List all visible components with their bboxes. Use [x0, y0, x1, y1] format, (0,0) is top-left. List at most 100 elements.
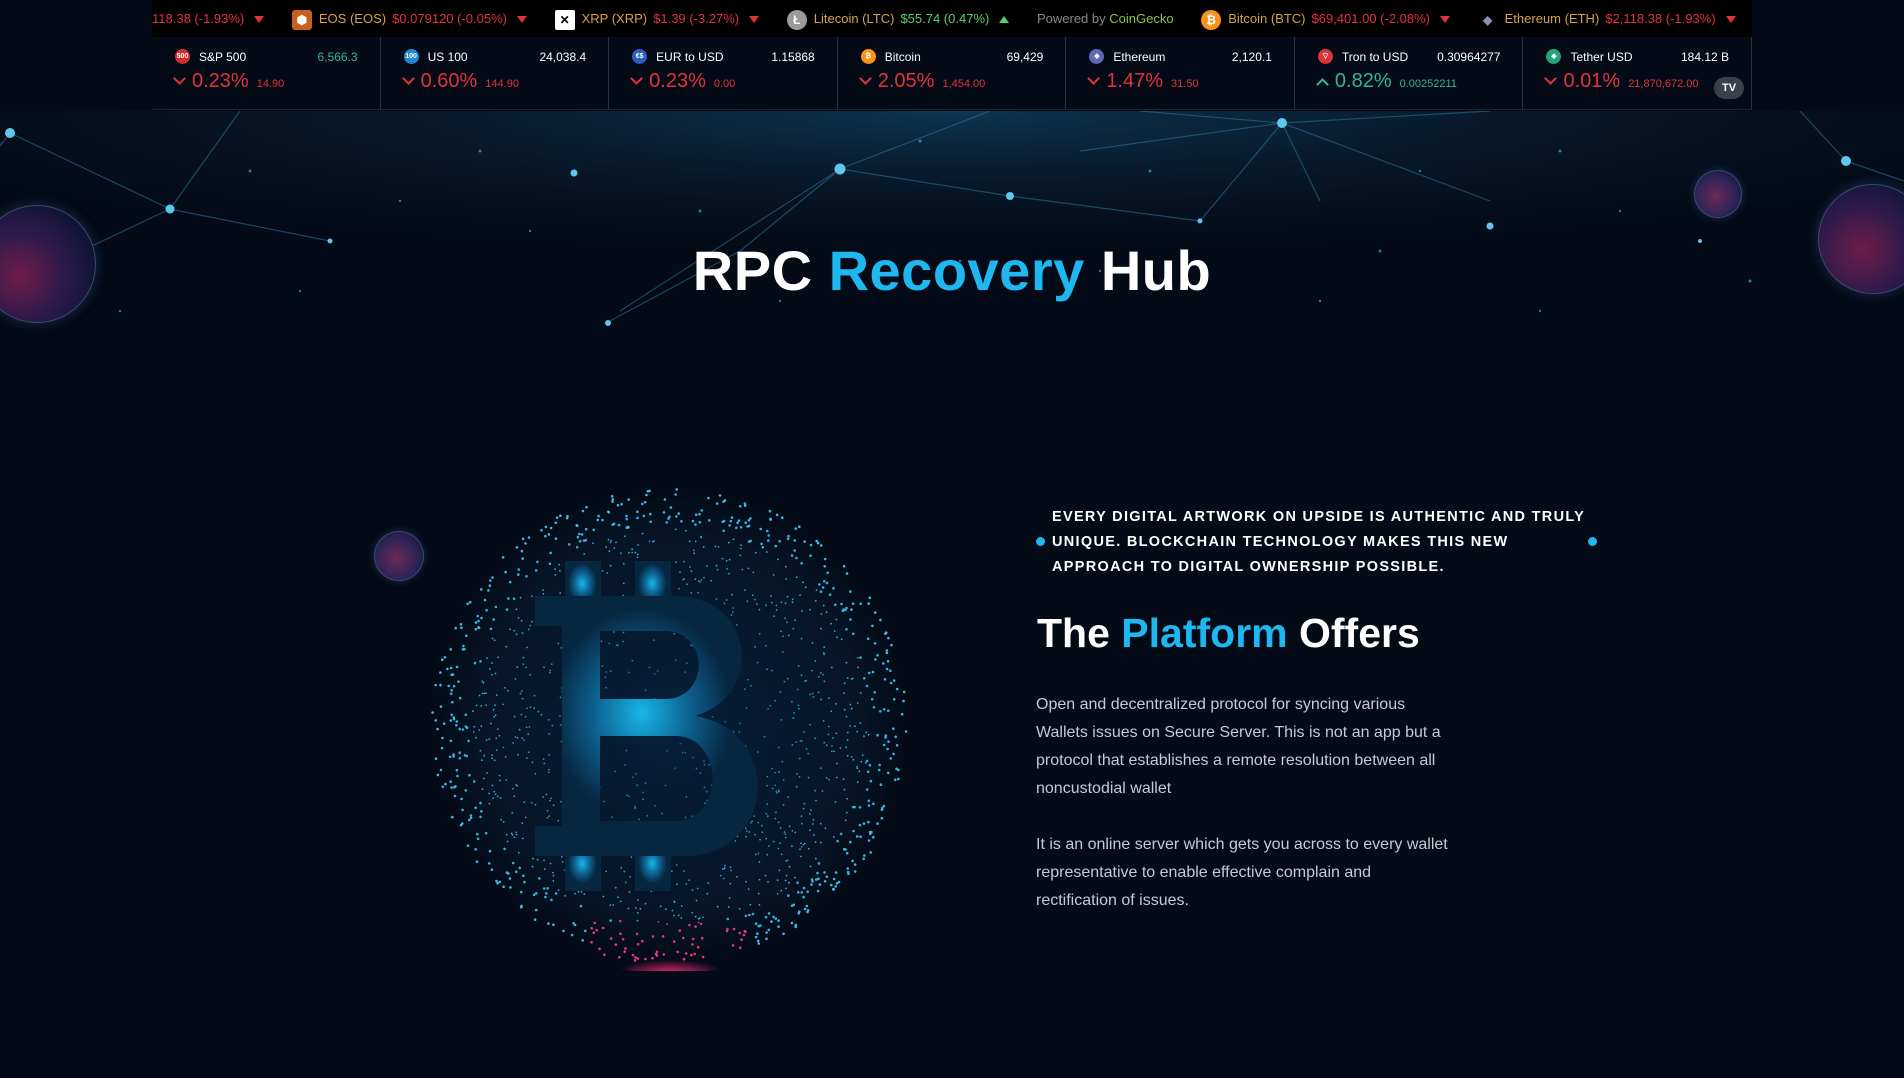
marquee-item-eos[interactable]: ⬢ EOS (EOS) $0.079120 (-0.05%) — [291, 0, 527, 37]
sphere-particle — [714, 545, 717, 548]
sphere-particle — [876, 822, 879, 825]
sphere-particle — [549, 862, 552, 865]
sphere-particle — [761, 824, 763, 827]
sphere-particle — [694, 540, 697, 543]
marquee-item-partial[interactable]: 118.38 (-1.93%) — [152, 0, 265, 37]
sphere-particle — [778, 869, 781, 872]
sphere-particle — [746, 600, 749, 603]
sphere-particle — [513, 629, 516, 632]
sphere-particle — [809, 865, 812, 868]
sphere-particle — [653, 673, 656, 675]
sphere-particle — [725, 599, 728, 601]
marquee-item-bitcoin[interactable]: ₿ Bitcoin (BTC) $69,401.00 (-2.08%) — [1201, 0, 1451, 37]
sphere-particle — [620, 867, 623, 869]
coingecko-link[interactable]: CoinGecko — [1109, 11, 1173, 26]
sphere-particle — [592, 542, 594, 544]
sphere-particle — [525, 726, 528, 729]
sphere-particle — [455, 724, 458, 727]
section-paragraph: It is an online server which gets you ac… — [1036, 836, 1448, 909]
sphere-particle — [515, 831, 518, 834]
sphere-particle — [819, 671, 822, 674]
sphere-particle — [754, 853, 757, 856]
sphere-particle — [869, 851, 872, 854]
sphere-particle — [527, 733, 530, 736]
ticker-item[interactable]: ◆ Ethereum 2,120.1 1.47% 31.50 — [1066, 37, 1295, 109]
sphere-particle — [562, 929, 565, 933]
sphere-particle — [765, 644, 767, 647]
sphere-particle — [698, 521, 702, 524]
marquee-item-xrp[interactable]: ✕ XRP (XRP) $1.39 (-3.27%) — [554, 0, 760, 37]
sphere-particle — [780, 630, 782, 633]
sphere-particle — [845, 811, 848, 814]
sphere-particle — [643, 500, 647, 504]
powered-by[interactable]: Powered by CoinGecko — [1037, 0, 1174, 37]
ticker-item[interactable]: 100 US 100 24,038.4 0.60% 144.90 — [381, 37, 610, 109]
sphere-particle — [449, 780, 452, 783]
sphere-particle — [867, 799, 871, 803]
sphere-particle — [831, 887, 835, 891]
sphere-particle — [740, 547, 742, 550]
sphere-particle — [480, 759, 483, 762]
sphere-particle — [504, 756, 507, 758]
sphere-particle — [766, 529, 769, 533]
up-arrow-icon — [999, 16, 1010, 24]
ethereum-icon: ◆ — [1483, 12, 1493, 27]
sphere-particle — [664, 784, 667, 787]
ticker-value: 1.15868 — [771, 49, 815, 64]
sphere-particle — [892, 698, 896, 701]
sphere-particle — [805, 748, 808, 750]
sphere-particle — [702, 916, 704, 919]
crypto-price-marquee[interactable]: 118.38 (-1.93%) ⬢ EOS (EOS) $0.079120 (-0.… — [152, 0, 1752, 37]
sphere-particle — [823, 871, 826, 874]
ticker-item[interactable]: €$ EUR to USD 1.15868 0.23% 0.00 — [609, 37, 838, 109]
sphere-particle — [765, 812, 768, 815]
sphere-particle — [542, 796, 545, 798]
marquee-price: $55.74 (0.47%) — [900, 11, 990, 26]
sphere-particle — [758, 861, 761, 863]
sphere-particle — [489, 579, 492, 582]
sphere-particle — [671, 909, 674, 912]
sphere-particle — [849, 840, 852, 844]
sphere-particle — [455, 768, 459, 772]
marquee-item-ethereum[interactable]: ◆ Ethereum (ETH) $2,118.38 (-1.93%) — [1478, 0, 1736, 37]
sphere-particle — [765, 604, 767, 607]
ticker-item[interactable]: 500 S&P 500 6,566.3 0.23% 14.90 — [152, 37, 381, 109]
sphere-particle — [472, 710, 474, 712]
sphere-particle — [693, 549, 695, 552]
sphere-particle — [724, 864, 726, 867]
sphere-particle — [894, 778, 897, 782]
sphere-particle — [817, 691, 820, 694]
ticker-item[interactable]: ◈ Tether USD 184.12 B 0.01% 21,870,672.00 — [1523, 37, 1753, 109]
sphere-particle — [654, 805, 656, 807]
sphere-particle — [533, 918, 537, 921]
sphere-particle — [721, 557, 724, 560]
sphere-particle — [781, 760, 784, 763]
sphere-particle — [777, 558, 779, 561]
sphere-particle — [549, 526, 553, 530]
sphere-particle — [715, 502, 719, 505]
sphere-particle — [775, 811, 777, 814]
tradingview-logo-icon[interactable]: TV — [1714, 77, 1744, 99]
sphere-particle — [475, 704, 478, 707]
sphere-particle — [519, 890, 523, 894]
sphere-particle — [835, 776, 838, 779]
sphere-particle — [799, 848, 801, 851]
sphere-particle — [858, 823, 862, 827]
ticker-item[interactable]: ▽ Tron to USD 0.30964277 0.82% 0.00252211 — [1295, 37, 1524, 109]
sphere-particle — [534, 772, 537, 775]
sphere-particle — [869, 779, 873, 783]
ticker-item[interactable]: ₿ Bitcoin 69,429 2.05% 1,454.00 — [838, 37, 1067, 109]
sphere-particle — [878, 763, 881, 767]
sphere-particle — [809, 543, 813, 547]
sphere-particle — [825, 777, 828, 779]
sphere-particle — [849, 703, 852, 706]
sphere-particle — [777, 847, 780, 850]
sphere-particle — [890, 643, 893, 647]
sphere-particle — [549, 551, 552, 555]
sphere-particle — [794, 876, 797, 879]
sphere-particle — [844, 819, 847, 822]
sphere-particle — [772, 915, 775, 919]
marquee-item-litecoin[interactable]: Ł Litecoin (LTC) $55.74 (0.47%) — [786, 0, 1010, 37]
sphere-particle — [764, 874, 767, 877]
sphere-particle — [867, 733, 870, 736]
